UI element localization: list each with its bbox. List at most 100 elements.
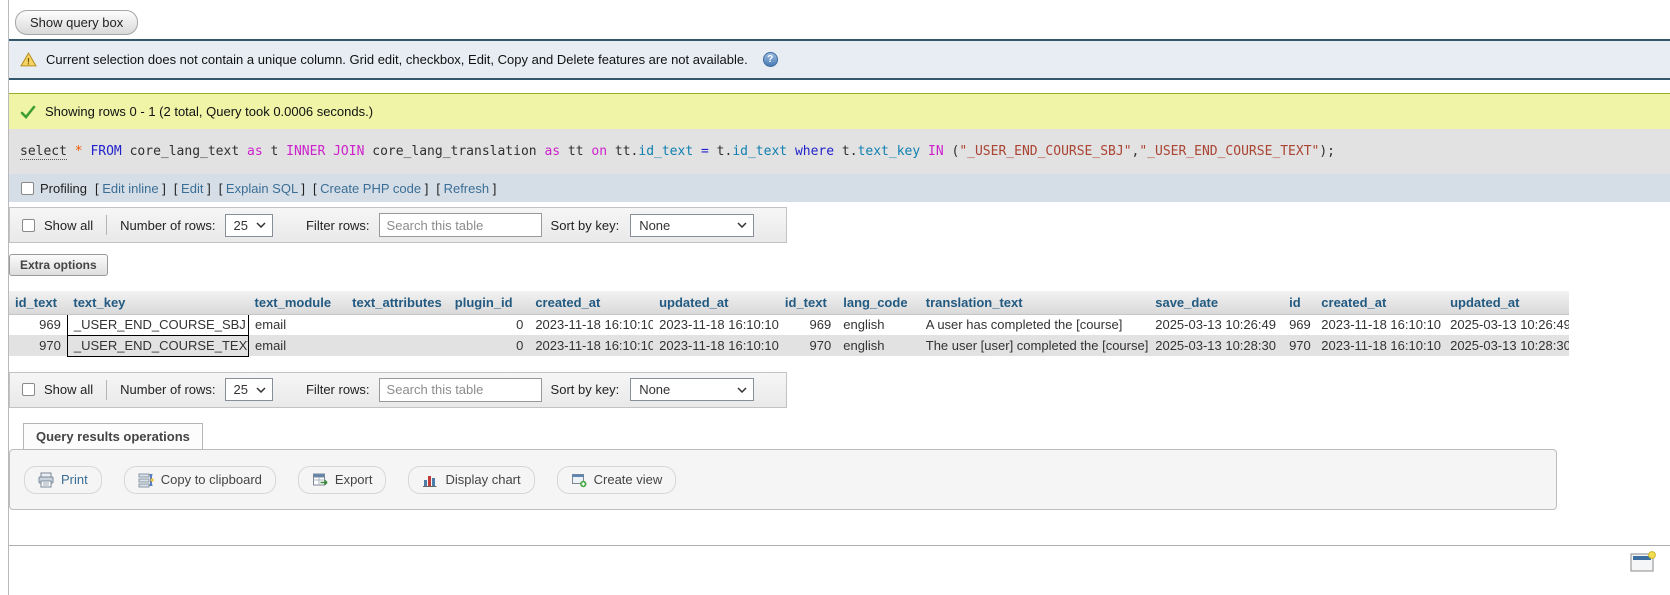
filter-toolbar-bottom: Show all Number of rows: 25 Filter rows:… [9, 372, 787, 408]
col-header-id_text[interactable]: id_text [779, 291, 837, 314]
sort-by-key-label: Sort by key: [551, 382, 620, 397]
chevron-down-icon [256, 222, 266, 228]
create-view-button[interactable]: Create view [557, 466, 677, 494]
table-header-row: id_texttext_keytext_moduletext_attribute… [9, 291, 1569, 314]
col-header-lang_code[interactable]: lang_code [837, 291, 920, 314]
sql-token: text_key [858, 144, 921, 159]
sort-key-select[interactable]: None [630, 214, 754, 237]
warning-icon: ! [20, 52, 37, 67]
sql-token: INNER JOIN [286, 144, 364, 159]
sort-key-select[interactable]: None [630, 378, 754, 401]
chevron-down-icon [737, 387, 747, 393]
show-query-box-button[interactable]: Show query box [15, 10, 138, 35]
explain-sql-link[interactable]: Explain SQL [226, 181, 298, 196]
sql-token: IN [928, 144, 944, 159]
col-header-created_at[interactable]: created_at [1315, 291, 1444, 314]
table-cell: 970 [9, 335, 67, 356]
col-header-updated_at[interactable]: updated_at [653, 291, 779, 314]
show-all-checkbox[interactable] [22, 219, 35, 232]
table-cell: 2025-03-13 10:26:49 [1149, 314, 1283, 335]
table-cell: 2025-03-13 10:28:30 [1149, 335, 1283, 356]
table-cell: english [837, 335, 920, 356]
col-header-text_module[interactable]: text_module [249, 291, 347, 314]
create-view-icon [571, 472, 587, 488]
sql-token: t. [834, 144, 857, 159]
sql-token: "_USER_END_COURSE_TEXT" [1139, 144, 1319, 159]
refresh-link[interactable]: Refresh [444, 181, 490, 196]
edit-inline-link[interactable]: Edit inline [102, 181, 158, 196]
number-of-rows-label: Number of rows: [120, 218, 215, 233]
sql-token: on [591, 144, 607, 159]
rows-count-select[interactable]: 25 [225, 214, 273, 237]
success-banner: Showing rows 0 - 1 (2 total, Query took … [9, 93, 1670, 129]
sql-token: ( [944, 144, 960, 159]
footer-window-icon[interactable] [1630, 551, 1656, 576]
sql-token: as [544, 144, 560, 159]
edit-link[interactable]: Edit [181, 181, 203, 196]
print-button[interactable]: Print [24, 466, 102, 494]
col-header-plugin_id[interactable]: plugin_id [449, 291, 530, 314]
sql-token: ); [1319, 144, 1335, 159]
sql-token [787, 144, 795, 159]
chevron-down-icon [737, 222, 747, 228]
sql-token: "_USER_END_COURSE_SBJ" [959, 144, 1131, 159]
sql-token: where [795, 144, 834, 159]
col-header-translation_text[interactable]: translation_text [920, 291, 1149, 314]
create-php-code-link[interactable]: Create PHP code [320, 181, 421, 196]
col-header-updated_at[interactable]: updated_at [1444, 291, 1569, 314]
sql-query: select * FROM core_lang_text as t INNER … [20, 144, 1335, 159]
table-cell: 2023-11-18 16:10:10 [1315, 335, 1444, 356]
table-cell: english [837, 314, 920, 335]
table-cell: 969 [1283, 314, 1315, 335]
col-header-text_key[interactable]: text_key [67, 291, 248, 314]
filter-toolbar-top: Show all Number of rows: 25 Filter rows:… [9, 207, 787, 243]
table-cell: _USER_END_COURSE_TEXT [67, 335, 248, 356]
table-row: 970_USER_END_COURSE_TEXTemail02023-11-18… [9, 335, 1569, 356]
help-icon[interactable]: ? [763, 52, 778, 67]
copy-to-clipboard-button[interactable]: Copy to clipboard [124, 466, 276, 494]
sql-token: id_text [732, 144, 787, 159]
table-cell: 2023-11-18 16:10:10 [653, 335, 779, 356]
filter-rows-label: Filter rows: [306, 382, 370, 397]
table-cell: A user has completed the [course] [920, 314, 1149, 335]
col-header-save_date[interactable]: save_date [1149, 291, 1283, 314]
col-header-text_attributes[interactable]: text_attributes [346, 291, 449, 314]
number-of-rows-label: Number of rows: [120, 382, 215, 397]
table-cell [346, 314, 449, 335]
table-cell: 2025-03-13 10:26:49 [1444, 314, 1569, 335]
filter-rows-label: Filter rows: [306, 218, 370, 233]
sql-query-box: select * FROM core_lang_text as t INNER … [9, 129, 1670, 174]
export-button[interactable]: Export [298, 466, 387, 494]
sql-token: t. [709, 144, 732, 159]
display-chart-button[interactable]: Display chart [408, 466, 534, 494]
table-cell: 2023-11-18 16:10:10 [653, 314, 779, 335]
print-icon [38, 472, 54, 488]
export-icon [312, 472, 328, 488]
table-row: 969_USER_END_COURSE_SBJemail02023-11-18 … [9, 314, 1569, 335]
col-header-id[interactable]: id [1283, 291, 1315, 314]
table-cell: 2023-11-18 16:10:10 [529, 314, 653, 335]
search-input[interactable] [379, 378, 542, 402]
search-input[interactable] [379, 213, 542, 237]
table-cell: 970 [779, 335, 837, 356]
warning-text: Current selection does not contain a uni… [46, 52, 748, 67]
table-cell: 969 [779, 314, 837, 335]
sql-token: select [20, 144, 67, 160]
sql-token [67, 144, 75, 159]
chart-icon [422, 472, 438, 488]
col-header-id_text[interactable]: id_text [9, 291, 67, 314]
profiling-checkbox[interactable] [21, 182, 34, 195]
table-cell: The user [user] completed the [course] [920, 335, 1149, 356]
success-text: Showing rows 0 - 1 (2 total, Query took … [45, 104, 373, 119]
profiling-bar: Profiling [ Edit inline ] [ Edit ] [ Exp… [9, 174, 1670, 202]
toolbar-divider [106, 380, 107, 400]
table-cell: email [249, 335, 347, 356]
copy-icon [138, 472, 154, 488]
warning-banner: ! Current selection does not contain a u… [9, 39, 1670, 80]
show-all-checkbox[interactable] [22, 383, 35, 396]
extra-options-button[interactable]: Extra options [9, 254, 108, 276]
col-header-created_at[interactable]: created_at [529, 291, 653, 314]
rows-count-select[interactable]: 25 [225, 378, 273, 401]
toolbar-divider [106, 215, 107, 235]
table-cell: email [249, 314, 347, 335]
